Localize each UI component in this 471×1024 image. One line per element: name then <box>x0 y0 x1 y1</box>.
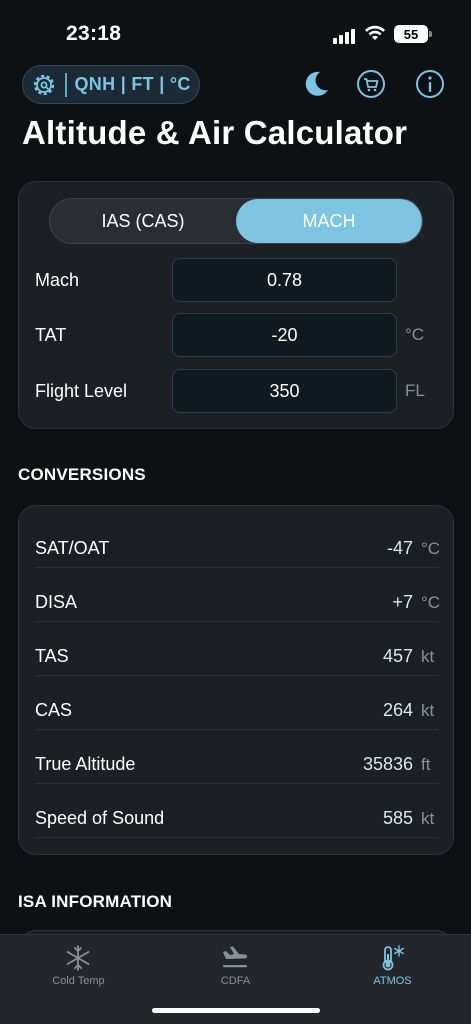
isa-information-title: ISA INFORMATION <box>18 892 173 911</box>
conversion-label: SAT/OAT <box>35 538 110 558</box>
plane-landing-icon <box>223 946 247 968</box>
segment-ias-cas[interactable]: IAS (CAS) <box>50 199 236 243</box>
conversion-label: Speed of Sound <box>35 808 165 828</box>
units-label: QNH | FT | °C <box>74 74 191 94</box>
tab-cold-temp[interactable]: Cold Temp <box>0 935 157 1005</box>
row-divider <box>35 837 439 838</box>
conversion-label: TAS <box>35 646 69 666</box>
conversion-value: -47 <box>386 538 413 558</box>
snowflake-icon <box>66 945 90 971</box>
conversion-unit: °C <box>421 539 441 558</box>
tab-atmos[interactable]: ATMOS <box>314 935 471 1005</box>
moon-icon[interactable] <box>300 68 332 100</box>
thermometer-snow-icon <box>382 945 404 971</box>
segment-mach[interactable]: MACH <box>236 199 422 243</box>
conversion-value: 264 <box>382 700 413 720</box>
input-unit: FL <box>405 381 425 400</box>
list-item: TAS 457 kt <box>19 622 455 676</box>
tat-input[interactable]: -20 <box>172 313 397 357</box>
units-settings-button[interactable]: QNH | FT | °C <box>22 65 200 104</box>
conversion-unit: kt <box>421 701 435 720</box>
cart-icon[interactable] <box>355 68 387 100</box>
conversion-value: +7 <box>392 592 413 612</box>
status-bar: 23:18 55 <box>0 0 471 60</box>
conversion-value: 35836 <box>362 754 413 774</box>
list-item: CAS 264 kt <box>19 676 455 730</box>
input-label: TAT <box>35 325 67 345</box>
gear-icon <box>33 74 55 95</box>
conversion-unit: kt <box>421 647 435 666</box>
tab-cdfa[interactable]: CDFA <box>157 935 314 1005</box>
tab-label: CDFA <box>220 975 251 987</box>
pill-divider <box>65 72 67 97</box>
list-item: Speed of Sound 585 kt <box>19 784 455 838</box>
conversion-label: DISA <box>35 592 78 612</box>
conversions-title: CONVERSIONS <box>18 465 146 484</box>
input-row-tat: TAT -20 °C <box>19 313 455 357</box>
conversion-unit: ft <box>421 755 431 774</box>
battery-indicator: 55 <box>394 25 432 43</box>
input-label: Mach <box>35 270 80 290</box>
flight-level-input[interactable]: 350 <box>172 369 397 413</box>
list-item: True Altitude 35836 ft <box>19 730 455 784</box>
home-indicator <box>152 1008 320 1013</box>
mode-segmented-control: IAS (CAS) MACH <box>49 198 423 244</box>
tab-label: ATMOS <box>373 975 412 987</box>
conversion-unit: °C <box>421 593 441 612</box>
conversion-label: CAS <box>35 700 73 720</box>
conversion-label: True Altitude <box>35 754 136 774</box>
input-label: Flight Level <box>35 381 128 401</box>
mach-input[interactable]: 0.78 <box>172 258 397 302</box>
conversion-value: 457 <box>382 646 413 666</box>
input-unit: °C <box>405 325 425 344</box>
info-icon[interactable] <box>414 68 446 100</box>
input-row-mach: Mach 0.78 <box>19 258 455 302</box>
input-row-flight-level: Flight Level 350 FL <box>19 369 455 413</box>
status-time: 23:18 <box>66 22 122 45</box>
list-item: SAT/OAT -47 °C <box>19 514 455 568</box>
input-card: IAS (CAS) MACH Mach 0.78 TAT -20 °C Flig… <box>18 181 454 429</box>
cellular-signal-icon <box>333 28 359 44</box>
wifi-icon <box>365 25 385 40</box>
page-title: Altitude & Air Calculator <box>22 114 408 151</box>
tab-label: Cold Temp <box>52 975 105 987</box>
list-item: DISA +7 °C <box>19 568 455 622</box>
conversion-unit: kt <box>421 809 435 828</box>
conversions-card: SAT/OAT -47 °C DISA +7 °C TAS 457 kt CAS… <box>18 505 454 855</box>
conversion-value: 585 <box>382 808 413 828</box>
